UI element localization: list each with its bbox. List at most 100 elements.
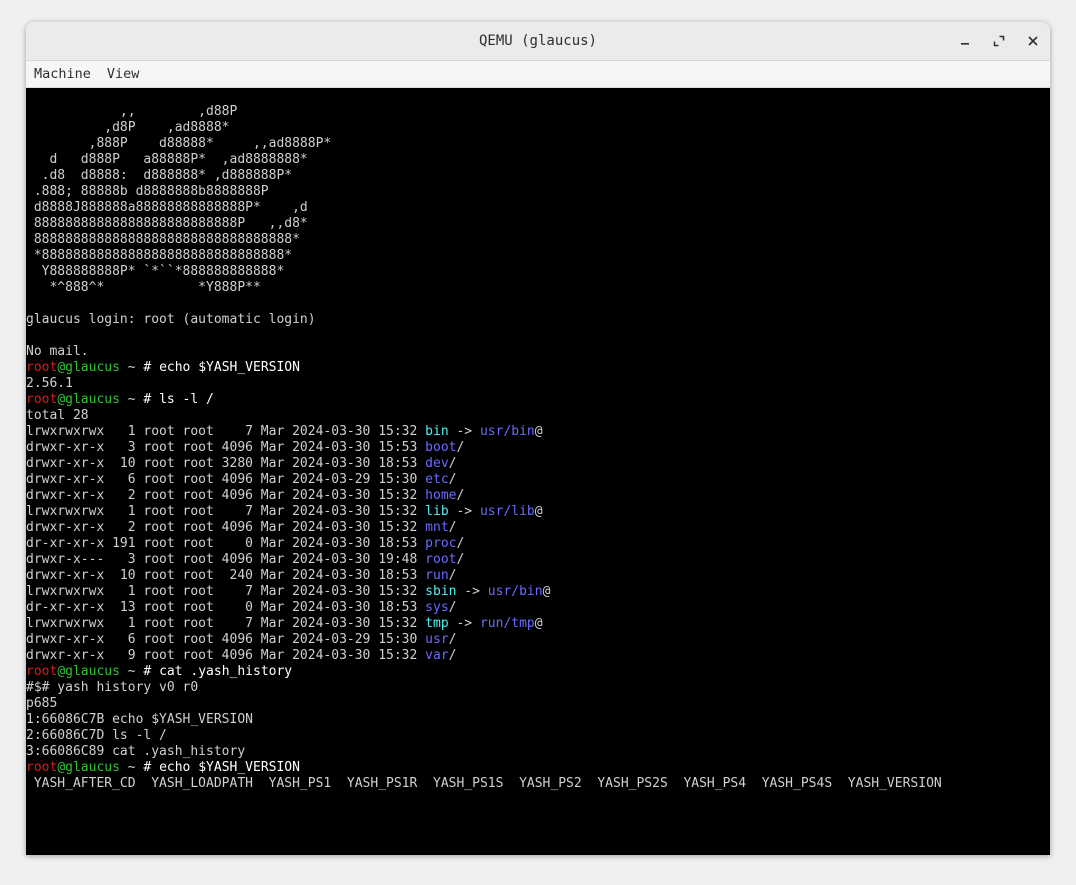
menu-bar: Machine View: [26, 61, 1050, 88]
terminal-output: ,, ,d88P ,d8P ,ad8888* ,888P d88888* ,,a…: [26, 104, 942, 792]
terminal-text: ~: [119, 360, 144, 375]
terminal-line: #$# yash history v0 r0: [26, 680, 942, 696]
terminal-text: ~: [119, 760, 144, 775]
terminal-text: drwxr-x--- 3 root root 4096 Mar 2024-03-…: [26, 552, 426, 567]
terminal-text: mnt: [425, 520, 449, 535]
menu-view[interactable]: View: [107, 66, 146, 82]
terminal-line: dr-xr-xr-x 191 root root 0 Mar 2024-03-3…: [26, 536, 942, 552]
terminal-text: drwxr-xr-x 2 root root 4096 Mar 2024-03-…: [26, 520, 426, 535]
terminal-line: 88888888888888888888888888P ,,d8*: [26, 216, 942, 232]
terminal-text: dr-xr-xr-x 191 root root 0 Mar 2024-03-3…: [26, 536, 426, 551]
menu-machine[interactable]: Machine: [34, 66, 97, 82]
terminal-line: .d8 d8888: d888888* ,d888888P*: [26, 168, 942, 184]
terminal-line: ,d8P ,ad8888*: [26, 120, 942, 136]
terminal-text: /: [456, 552, 465, 567]
terminal-text: /: [448, 600, 457, 615]
terminal-text: YASH_AFTER_CD YASH_LOADPATH YASH_PS1 YAS…: [26, 776, 942, 791]
qemu-window: QEMU (glaucus) Machine View ,, ,d88P ,d8…: [26, 22, 1050, 855]
terminal-text: lrwxrwxrwx 1 root root 7 Mar 2024-03-30 …: [26, 616, 426, 631]
terminal-line: drwxr-xr-x 2 root root 4096 Mar 2024-03-…: [26, 520, 942, 536]
terminal-line: ,888P d88888* ,,ad8888P*: [26, 136, 942, 152]
terminal-text: # echo $YASH_VERSION: [143, 760, 300, 775]
terminal-line: 1:66086C7B echo $YASH_VERSION: [26, 712, 942, 728]
terminal-text: /: [448, 456, 457, 471]
terminal-text: @glaucus: [57, 360, 120, 375]
terminal-text: bin: [425, 424, 449, 439]
terminal-line: d d888P a88888P* ,ad8888888*: [26, 152, 942, 168]
terminal-text: /: [448, 472, 457, 487]
terminal-text: *^888^* *Y888P**: [26, 280, 261, 295]
terminal-text: glaucus login: root (automatic login): [26, 312, 316, 327]
close-icon: [1028, 36, 1038, 46]
terminal-line: *^888^* *Y888P**: [26, 280, 942, 296]
maximize-icon: [993, 35, 1005, 47]
terminal-text: lrwxrwxrwx 1 root root 7 Mar 2024-03-30 …: [26, 504, 426, 519]
terminal-text: # ls -l /: [143, 392, 214, 407]
terminal-text: ~: [119, 392, 144, 407]
terminal-text: lrwxrwxrwx 1 root root 7 Mar 2024-03-30 …: [26, 584, 426, 599]
terminal-line: No mail.: [26, 344, 942, 360]
terminal-line: p685: [26, 696, 942, 712]
terminal-text: var: [425, 648, 449, 663]
terminal-text: usr/bin: [487, 584, 543, 599]
terminal-text: ->: [456, 584, 488, 599]
terminal-text: @glaucus: [57, 392, 120, 407]
terminal-text: 3:66086C89 cat .yash_history: [26, 744, 246, 759]
terminal-line: d8888J888888a88888888888888P* ,d: [26, 200, 942, 216]
terminal-text: lrwxrwxrwx 1 root root 7 Mar 2024-03-30 …: [26, 424, 426, 439]
terminal-line: root@glaucus ~ # cat .yash_history: [26, 664, 942, 680]
terminal-line: lrwxrwxrwx 1 root root 7 Mar 2024-03-30 …: [26, 424, 942, 440]
terminal-text: ->: [448, 616, 480, 631]
terminal-text: drwxr-xr-x 6 root root 4096 Mar 2024-03-…: [26, 472, 426, 487]
terminal-line: .888; 88888b d8888888b8888888P: [26, 184, 942, 200]
terminal-text: @: [534, 424, 543, 439]
terminal-text: /: [456, 536, 465, 551]
terminal-line: ,, ,d88P: [26, 104, 942, 120]
terminal-text: usr: [425, 632, 449, 647]
terminal-text: ,, ,d88P: [26, 104, 238, 119]
terminal-text: .888; 88888b d8888888b8888888P: [26, 184, 269, 199]
terminal-text: root: [26, 760, 58, 775]
terminal-text: run/tmp: [479, 616, 535, 631]
terminal-text: 1:66086C7B echo $YASH_VERSION: [26, 712, 253, 727]
terminal-text: # echo $YASH_VERSION: [143, 360, 300, 375]
terminal-text: drwxr-xr-x 9 root root 4096 Mar 2024-03-…: [26, 648, 426, 663]
terminal-text: root: [26, 664, 58, 679]
minimize-icon: [961, 43, 969, 45]
vm-display[interactable]: ,, ,d88P ,d8P ,ad8888* ,888P d88888* ,,a…: [26, 88, 1050, 855]
terminal-text: 2:66086C7D ls -l /: [26, 728, 167, 743]
terminal-text: @glaucus: [57, 664, 120, 679]
terminal-text: etc: [425, 472, 449, 487]
terminal-text: lib: [425, 504, 449, 519]
terminal-text: 88888888888888888888888888P ,,d8*: [26, 216, 308, 231]
minimize-button[interactable]: [948, 22, 982, 60]
terminal-line: drwxr-xr-x 9 root root 4096 Mar 2024-03-…: [26, 648, 942, 664]
terminal-line: drwxr-x--- 3 root root 4096 Mar 2024-03-…: [26, 552, 942, 568]
terminal-text: d d888P a88888P* ,ad8888888*: [26, 152, 308, 167]
terminal-text: @: [534, 616, 543, 631]
terminal-line: total 28: [26, 408, 942, 424]
terminal-text: No mail.: [26, 344, 89, 359]
terminal-line: root@glaucus ~ # echo $YASH_VERSION: [26, 360, 942, 376]
terminal-line: YASH_AFTER_CD YASH_LOADPATH YASH_PS1 YAS…: [26, 776, 942, 792]
terminal-text: run: [425, 568, 449, 583]
terminal-text: *8888888888888888888888888888888*: [26, 248, 293, 263]
window-controls: [948, 22, 1050, 60]
terminal-text: usr/lib: [479, 504, 535, 519]
terminal-text: 888888888888888888888888888888888*: [26, 232, 300, 247]
terminal-text: dev: [425, 456, 449, 471]
terminal-line: 888888888888888888888888888888888*: [26, 232, 942, 248]
title-bar[interactable]: QEMU (glaucus): [26, 22, 1050, 61]
terminal-line: drwxr-xr-x 3 root root 4096 Mar 2024-03-…: [26, 440, 942, 456]
close-button[interactable]: [1016, 22, 1050, 60]
terminal-text: boot: [425, 440, 457, 455]
terminal-text: @: [534, 504, 543, 519]
terminal-text: Y888888888P* `*``*888888888888*: [26, 264, 285, 279]
terminal-text: proc: [425, 536, 457, 551]
terminal-text: sbin: [425, 584, 457, 599]
terminal-line: *8888888888888888888888888888888*: [26, 248, 942, 264]
maximize-button[interactable]: [982, 22, 1016, 60]
terminal-line: lrwxrwxrwx 1 root root 7 Mar 2024-03-30 …: [26, 584, 942, 600]
